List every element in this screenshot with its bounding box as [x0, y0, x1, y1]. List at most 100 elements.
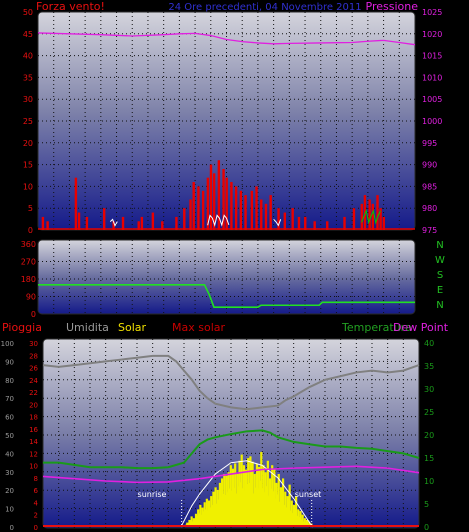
- wind-bar: [250, 190, 254, 230]
- wind-bar: [255, 186, 258, 230]
- wind-bar: [291, 208, 294, 230]
- direction-tick-label: 0: [31, 310, 36, 319]
- wind-bar: [197, 186, 200, 230]
- wind-bar: [85, 216, 89, 230]
- humidity-temp-panel: Pioggia Umidita Solar Max solar Temperat…: [1, 321, 449, 532]
- humidity-tick-label: 70: [5, 395, 14, 403]
- pressure-tick-label: 985: [422, 182, 437, 191]
- wind-bar: [41, 216, 45, 230]
- direction-tick-label: 270: [21, 258, 36, 267]
- direction-tick-label: 90: [26, 293, 36, 302]
- temperature-tick-label: 25: [424, 408, 434, 417]
- rain-tick-label: 20: [29, 401, 38, 409]
- wind-tick-label: 45: [23, 30, 33, 39]
- wind-bar: [297, 216, 301, 230]
- chart-title: 24 Ore precedenti, 04 Novembre 2011: [168, 2, 361, 13]
- time-tick-label: 08: [159, 231, 169, 240]
- compass-label: E: [437, 285, 443, 296]
- temperature-tick-label: 0: [424, 523, 429, 532]
- wind-tick-label: 35: [23, 73, 33, 82]
- weather-charts: Forza vento! 24 Ore precedenti, 04 Novem…: [1, 0, 449, 532]
- pressure-tick-label: 980: [422, 204, 437, 213]
- wind-direction-panel: 0 90 180 270 360 NWSEN: [21, 239, 445, 319]
- rain-tick-label: 28: [29, 352, 38, 360]
- wind-bar: [269, 195, 272, 230]
- temperature-tick-label: 30: [424, 385, 434, 394]
- solar-label: Solar: [118, 321, 147, 334]
- rain-label: Pioggia: [2, 321, 42, 334]
- wind-bar: [304, 216, 307, 230]
- pressure-tick-label: 975: [422, 226, 437, 235]
- wind-tick-label: 40: [23, 52, 33, 61]
- wind-bar: [376, 195, 379, 230]
- pressure-tick-label: 1015: [422, 52, 442, 61]
- wind-bar: [244, 195, 247, 230]
- pressure-axis-ticks: 975 980 985 990 995 1000 1005 1010 1015 1020 1025: [422, 8, 442, 235]
- humidity-tick-label: 30: [5, 469, 14, 477]
- direction-tick-label: 360: [21, 240, 36, 249]
- humidity-tick-label: 20: [5, 487, 14, 495]
- wind-bar: [189, 199, 192, 230]
- humidity-tick-label: 90: [5, 358, 14, 366]
- sunset-label: sunset: [295, 490, 322, 499]
- pressure-label: Pressione: [366, 0, 419, 13]
- pressure-tick-label: 1005: [422, 95, 442, 104]
- time-tick-label: 00: [410, 231, 420, 240]
- wind-tick-label: 20: [23, 139, 33, 148]
- compass-label: N: [436, 300, 443, 311]
- time-tick-label: 16: [284, 231, 294, 240]
- wind-bar: [175, 216, 178, 230]
- time-tick-label: 22: [378, 231, 388, 240]
- rain-tick-label: 10: [29, 463, 38, 471]
- rain-tick-label: 22: [29, 389, 38, 397]
- wind-tick-label: 5: [28, 204, 33, 213]
- direction-tick-label: 180: [21, 275, 36, 284]
- wind-bar: [260, 199, 263, 230]
- pressure-tick-label: 990: [422, 161, 437, 170]
- time-tick-label: 18: [316, 231, 326, 240]
- temperature-tick-label: 20: [424, 431, 434, 440]
- humidity-tick-label: 0: [10, 524, 14, 532]
- temperature-tick-label: 15: [424, 454, 434, 463]
- compass-label: S: [437, 270, 443, 281]
- wind-bar: [352, 208, 356, 230]
- rain-tick-label: 16: [29, 426, 38, 434]
- pressure-tick-label: 1000: [422, 117, 442, 126]
- rain-tick-label: 18: [29, 414, 38, 422]
- compass-labels: NWSEN: [435, 240, 445, 311]
- temperature-tick-label: 35: [424, 362, 434, 371]
- wind-speed-label: Forza vento!: [36, 0, 105, 13]
- time-axis-ticks: 02 04 06 08 10 12 14 16 18 20 22 00: [64, 231, 420, 240]
- pressure-tick-label: 1025: [422, 8, 442, 17]
- rain-tick-label: 26: [29, 365, 38, 373]
- pressure-tick-label: 995: [422, 139, 437, 148]
- wind-bar: [283, 212, 287, 230]
- pressure-tick-label: 1010: [422, 73, 442, 82]
- wind-bar: [382, 216, 385, 230]
- temperature-tick-label: 5: [424, 500, 429, 509]
- temperature-tick-label: 40: [424, 339, 434, 348]
- wind-bar: [230, 182, 233, 230]
- wind-bar: [140, 216, 144, 230]
- rain-axis-ticks: 024681012141618202224262830: [29, 340, 38, 532]
- direction-axis-ticks: 0 90 180 270 360: [21, 240, 36, 319]
- wind-bar: [74, 177, 78, 230]
- time-tick-label: 06: [127, 231, 137, 240]
- wind-axis-ticks: 0 5 10 15 20 25 30 35 40 45 50: [23, 8, 33, 235]
- time-tick-label: 12: [221, 231, 231, 240]
- temperature-axis-ticks: 0 5 10 15 20 25 30 35 40: [424, 339, 434, 532]
- rain-tick-label: 12: [29, 450, 38, 458]
- humidity-label: Umidita: [66, 321, 109, 334]
- humidity-tick-label: 60: [5, 414, 14, 422]
- wind-bar: [192, 182, 195, 230]
- humidity-tick-label: 50: [5, 432, 14, 440]
- wind-bar: [277, 208, 280, 230]
- sunrise-label: sunrise: [138, 490, 167, 499]
- wind-bar: [234, 186, 238, 230]
- time-tick-label: 02: [64, 231, 74, 240]
- rain-tick-label: 30: [29, 340, 38, 348]
- rain-tick-label: 0: [34, 524, 38, 532]
- max-solar-label: Max solar: [172, 321, 225, 334]
- wind-tick-label: 30: [23, 95, 33, 104]
- wind-tick-label: 0: [28, 226, 33, 235]
